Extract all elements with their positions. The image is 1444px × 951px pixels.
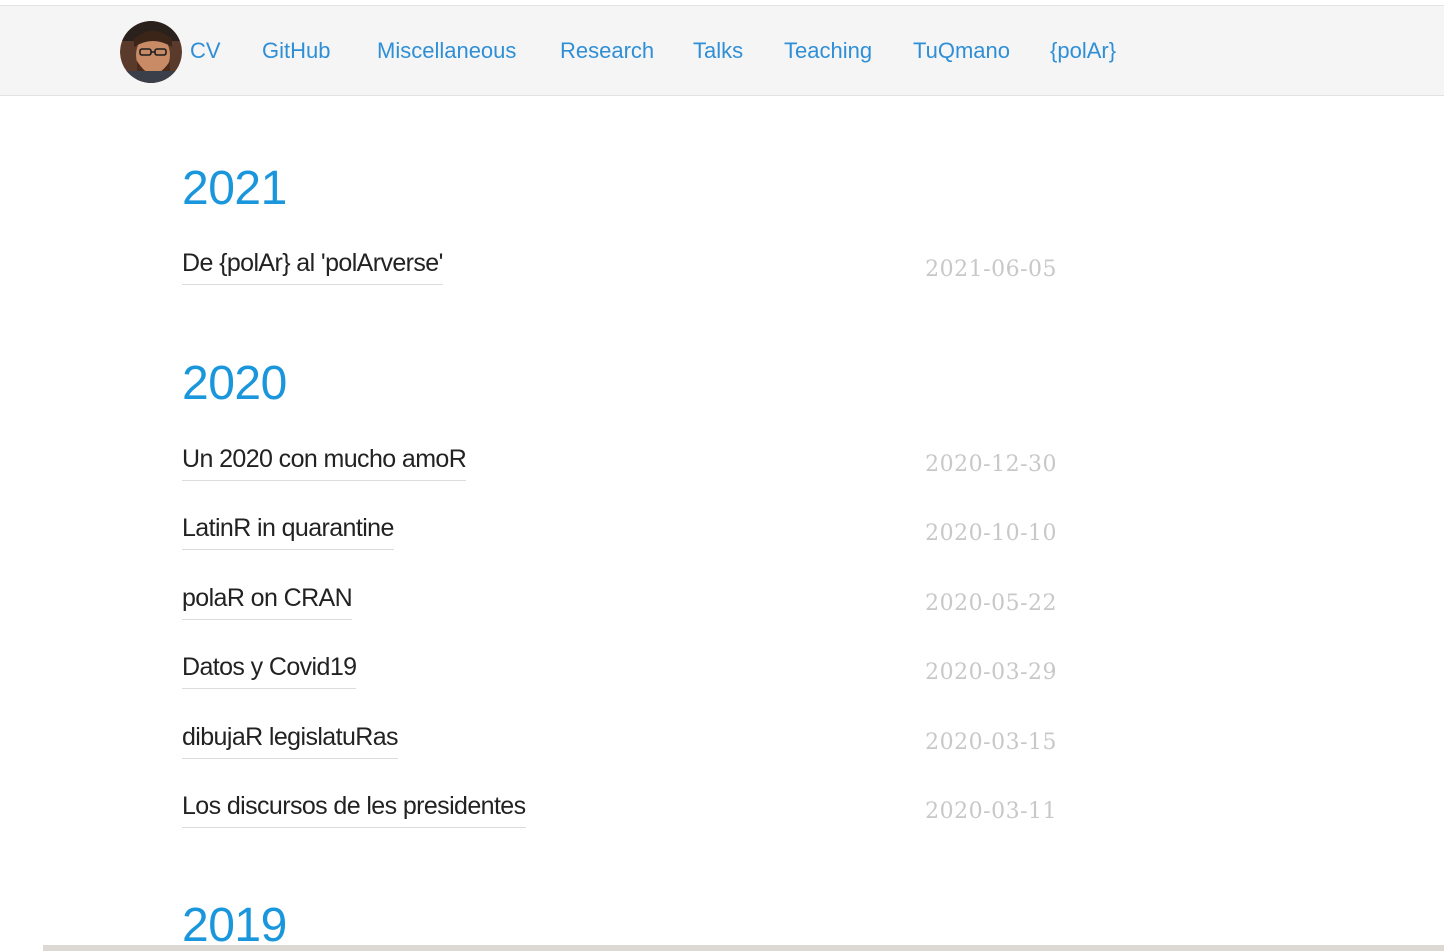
post-link[interactable]: Datos y Covid19 <box>182 650 357 689</box>
post-date: 2020-10-10 <box>925 521 1057 546</box>
post-date: 2021-06-05 <box>925 257 1057 282</box>
year-heading-2021: 2021 <box>182 162 287 215</box>
post-date: 2020-03-29 <box>925 660 1057 685</box>
avatar[interactable] <box>120 21 182 83</box>
avatar-image <box>120 21 182 83</box>
nav-link-tuqmano[interactable]: TuQmano <box>913 36 1010 66</box>
horizontal-scrollbar[interactable] <box>43 945 1444 951</box>
nav-link-cv[interactable]: CV <box>190 36 221 66</box>
post-link[interactable]: LatinR in quarantine <box>182 511 394 550</box>
nav-link-talks[interactable]: Talks <box>693 36 743 66</box>
year-heading-2019: 2019 <box>182 899 287 951</box>
post-link[interactable]: Un 2020 con mucho amoR <box>182 442 467 481</box>
page: CV GitHub Miscellaneous Research Talks T… <box>0 0 1444 951</box>
nav-link-miscellaneous[interactable]: Miscellaneous <box>377 36 516 66</box>
nav-link-github[interactable]: GitHub <box>262 36 330 66</box>
nav-link-teaching[interactable]: Teaching <box>784 36 872 66</box>
year-heading-2020: 2020 <box>182 357 287 410</box>
nav-link-polar[interactable]: {polAr} <box>1050 36 1116 66</box>
post-date: 2020-03-15 <box>925 730 1057 755</box>
post-date: 2020-03-11 <box>925 799 1057 824</box>
post-link[interactable]: dibujaR legislatuRas <box>182 720 399 759</box>
post-date: 2020-12-30 <box>925 452 1057 477</box>
post-date: 2020-05-22 <box>925 591 1057 616</box>
post-link[interactable]: polaR on CRAN <box>182 581 353 620</box>
top-navbar: CV GitHub Miscellaneous Research Talks T… <box>0 5 1444 96</box>
nav-link-research[interactable]: Research <box>560 36 654 66</box>
post-link[interactable]: De {polAr} al 'polArverse' <box>182 246 443 285</box>
post-link[interactable]: Los discursos de les presidentes <box>182 789 526 828</box>
